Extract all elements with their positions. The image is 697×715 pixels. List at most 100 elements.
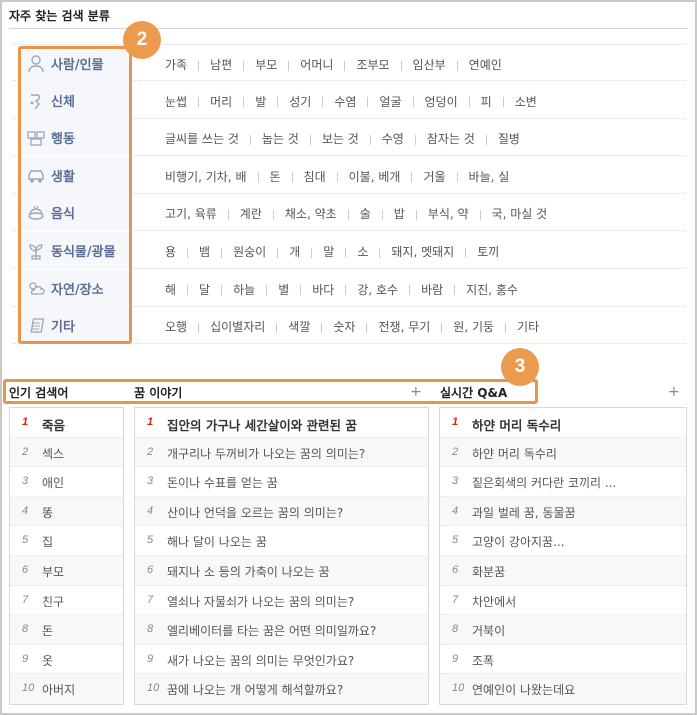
category-keyword-link[interactable]: 피 bbox=[481, 95, 492, 109]
story-item-text[interactable]: 집안의 가구나 세간살이와 관련된 꿈 bbox=[167, 415, 357, 434]
category-keyword-link[interactable]: 강, 호수 bbox=[357, 283, 398, 297]
qna-item-text[interactable]: 연예인이 나왔는데요 bbox=[472, 681, 575, 698]
qna-item-text[interactable]: 고양이 강아지꿈... bbox=[472, 533, 565, 550]
category-keyword-link[interactable]: 해 bbox=[165, 283, 176, 297]
category-keyword-link[interactable]: 돼지, 멧돼지 bbox=[391, 245, 454, 259]
popular-keyword[interactable]: 2 섹스 bbox=[10, 437, 123, 468]
popular-keyword-text[interactable]: 섹스 bbox=[42, 445, 64, 462]
stories-title[interactable]: 꿈 이야기 bbox=[134, 384, 182, 401]
qna-item-text[interactable]: 차안에서 bbox=[472, 593, 516, 610]
category-keyword-link[interactable]: 원, 기둥 bbox=[453, 320, 494, 334]
category-keyword-link[interactable]: 소변 bbox=[515, 95, 537, 109]
category-keyword-link[interactable]: 술 bbox=[360, 207, 371, 221]
category-keyword-link[interactable]: 하늘 bbox=[233, 283, 255, 297]
category-keyword-link[interactable]: 원숭이 bbox=[233, 245, 266, 259]
popular-keyword[interactable]: 10 아버지 bbox=[10, 674, 123, 704]
popular-keyword-text[interactable]: 부모 bbox=[42, 563, 64, 580]
story-item-text[interactable]: 개구리나 두꺼비가 나오는 꿈의 의미는? bbox=[167, 445, 365, 462]
category-keyword-link[interactable]: 십이별자리 bbox=[210, 320, 265, 334]
category-keyword-link[interactable]: 별 bbox=[278, 283, 289, 297]
qna-item-text[interactable]: 과일 벌레 꿈, 동물꿈 bbox=[472, 504, 576, 521]
qna-item[interactable]: 3 짙은회색의 커다란 코끼리 ... bbox=[440, 467, 686, 497]
qna-item[interactable]: 5 고양이 강아지꿈... bbox=[440, 526, 686, 556]
popular-keyword[interactable]: 8돈 bbox=[10, 615, 123, 645]
popular-keyword-text[interactable]: 애인 bbox=[42, 474, 64, 491]
category-keyword-link[interactable]: 채소, 약초 bbox=[285, 207, 337, 221]
qna-item[interactable]: 6 화분꿈 bbox=[440, 556, 686, 586]
popular-keyword-text[interactable]: 돈 bbox=[42, 622, 53, 639]
story-item[interactable]: 2 개구리나 두꺼비가 나오는 꿈의 의미는? bbox=[135, 437, 428, 468]
category-keyword-link[interactable]: 얼굴 bbox=[379, 95, 401, 109]
category-keyword-link[interactable]: 눈썹 bbox=[165, 95, 187, 109]
story-item[interactable]: 10 꿈에 나오는 개 어떻게 해석할까요? bbox=[135, 674, 428, 704]
category-keyword-link[interactable]: 개 bbox=[289, 245, 300, 259]
category-keyword-link[interactable]: 계란 bbox=[240, 207, 262, 221]
category-keyword-link[interactable]: 고기, 육류 bbox=[165, 207, 217, 221]
popular-keyword-text[interactable]: 친구 bbox=[42, 593, 64, 610]
popular-keyword[interactable]: 7 친구 bbox=[10, 586, 123, 616]
category-keyword-link[interactable]: 뱀 bbox=[199, 245, 210, 259]
story-item-text[interactable]: 새가 나오는 꿈의 의미는 무엇인가요? bbox=[167, 652, 354, 669]
qna-item-text[interactable]: 조폭 bbox=[472, 652, 494, 669]
category-keyword-link[interactable]: 발 bbox=[255, 95, 266, 109]
category-keyword-link[interactable]: 보는 것 bbox=[322, 132, 359, 146]
category-keyword-link[interactable]: 머리 bbox=[210, 95, 232, 109]
category-keyword-link[interactable]: 남편 bbox=[210, 58, 232, 72]
story-item-text[interactable]: 꿈에 나오는 개 어떻게 해석할까요? bbox=[167, 681, 343, 698]
popular-keyword-text[interactable]: 집 bbox=[42, 533, 53, 550]
category-keyword-link[interactable]: 부모 bbox=[255, 58, 277, 72]
qna-item-text[interactable]: 하얀 머리 독수리 bbox=[472, 445, 557, 462]
category-keyword-link[interactable]: 눕는 것 bbox=[262, 132, 299, 146]
category-keyword-link[interactable]: 수영 bbox=[382, 132, 404, 146]
category-keyword-link[interactable]: 기타 bbox=[517, 320, 539, 334]
category-keyword-link[interactable]: 소 bbox=[357, 245, 368, 259]
popular-keyword[interactable]: 9옷 bbox=[10, 645, 123, 675]
category-keyword-link[interactable]: 토끼 bbox=[477, 245, 499, 259]
category-keyword-link[interactable]: 전쟁, 무기 bbox=[378, 320, 430, 334]
category-keyword-link[interactable]: 성기 bbox=[289, 95, 311, 109]
category-keyword-link[interactable]: 글씨를 쓰는 것 bbox=[165, 132, 239, 146]
category-keyword-link[interactable]: 질병 bbox=[498, 132, 520, 146]
qna-item[interactable]: 2 하얀 머리 독수리 bbox=[440, 437, 686, 468]
popular-keyword[interactable]: 4똥 bbox=[10, 496, 123, 527]
category-keyword-link[interactable]: 수염 bbox=[334, 95, 356, 109]
story-item[interactable]: 7 열쇠나 자물쇠가 나오는 꿈의 의미는? bbox=[135, 586, 428, 616]
story-item-text[interactable]: 해나 달이 나오는 꿈 bbox=[167, 533, 267, 550]
popular-keyword[interactable]: 6 부모 bbox=[10, 556, 123, 586]
category-keyword-link[interactable]: 잠자는 것 bbox=[427, 132, 475, 146]
popular-keyword[interactable]: 5집 bbox=[10, 526, 123, 556]
story-item-text[interactable]: 산이나 언덕을 오르는 꿈의 의미는? bbox=[167, 504, 343, 521]
category-keyword-link[interactable]: 부식, 약 bbox=[428, 207, 469, 221]
category-keyword-link[interactable]: 돈 bbox=[270, 170, 281, 184]
qna-item-text[interactable]: 화분꿈 bbox=[472, 563, 505, 580]
qna-item[interactable]: 7 차안에서 bbox=[440, 586, 686, 616]
category-keyword-link[interactable]: 지진, 홍수 bbox=[466, 283, 518, 297]
qna-more-icon[interactable]: + bbox=[668, 384, 680, 400]
qna-item[interactable]: 10 연예인이 나왔는데요 bbox=[440, 674, 686, 704]
category-keyword-link[interactable]: 국, 마실 것 bbox=[492, 207, 548, 221]
qna-item-text[interactable]: 거북이 bbox=[472, 622, 505, 639]
popular-keyword[interactable]: 1 죽음 bbox=[10, 408, 123, 438]
category-keyword-link[interactable]: 엉덩이 bbox=[425, 95, 458, 109]
stories-more-icon[interactable]: + bbox=[410, 384, 422, 400]
category-keyword-link[interactable]: 침대 bbox=[304, 170, 326, 184]
story-item-text[interactable]: 엘리베이터를 타는 꿈은 어떤 의미일까요? bbox=[167, 622, 376, 639]
popular-keyword[interactable]: 3 애인 bbox=[10, 467, 123, 497]
story-item-text[interactable]: 열쇠나 자물쇠가 나오는 꿈의 의미는? bbox=[167, 593, 354, 610]
popular-keyword-text[interactable]: 아버지 bbox=[42, 681, 75, 698]
popular-keyword-text[interactable]: 옷 bbox=[42, 652, 53, 669]
story-item[interactable]: 4 산이나 언덕을 오르는 꿈의 의미는? bbox=[135, 496, 428, 527]
category-keyword-link[interactable]: 색깔 bbox=[288, 320, 310, 334]
qna-item-text[interactable]: 짙은회색의 커다란 코끼리 ... bbox=[472, 474, 616, 491]
category-keyword-link[interactable]: 밥 bbox=[394, 207, 405, 221]
category-keyword-link[interactable]: 달 bbox=[199, 283, 210, 297]
category-keyword-link[interactable]: 어머니 bbox=[300, 58, 333, 72]
story-item[interactable]: 5 해나 달이 나오는 꿈 bbox=[135, 526, 428, 556]
story-item-text[interactable]: 돈이나 수표를 얻는 꿈 bbox=[167, 474, 278, 491]
category-keyword-link[interactable]: 비행기, 기차, 배 bbox=[165, 170, 247, 184]
story-item[interactable]: 6 돼지나 소 등의 가축이 나오는 꿈 bbox=[135, 556, 428, 586]
category-keyword-link[interactable]: 숫자 bbox=[333, 320, 355, 334]
category-keyword-link[interactable]: 가족 bbox=[165, 58, 187, 72]
category-keyword-link[interactable]: 바다 bbox=[312, 283, 334, 297]
story-item[interactable]: 3 돈이나 수표를 얻는 꿈 bbox=[135, 467, 428, 497]
